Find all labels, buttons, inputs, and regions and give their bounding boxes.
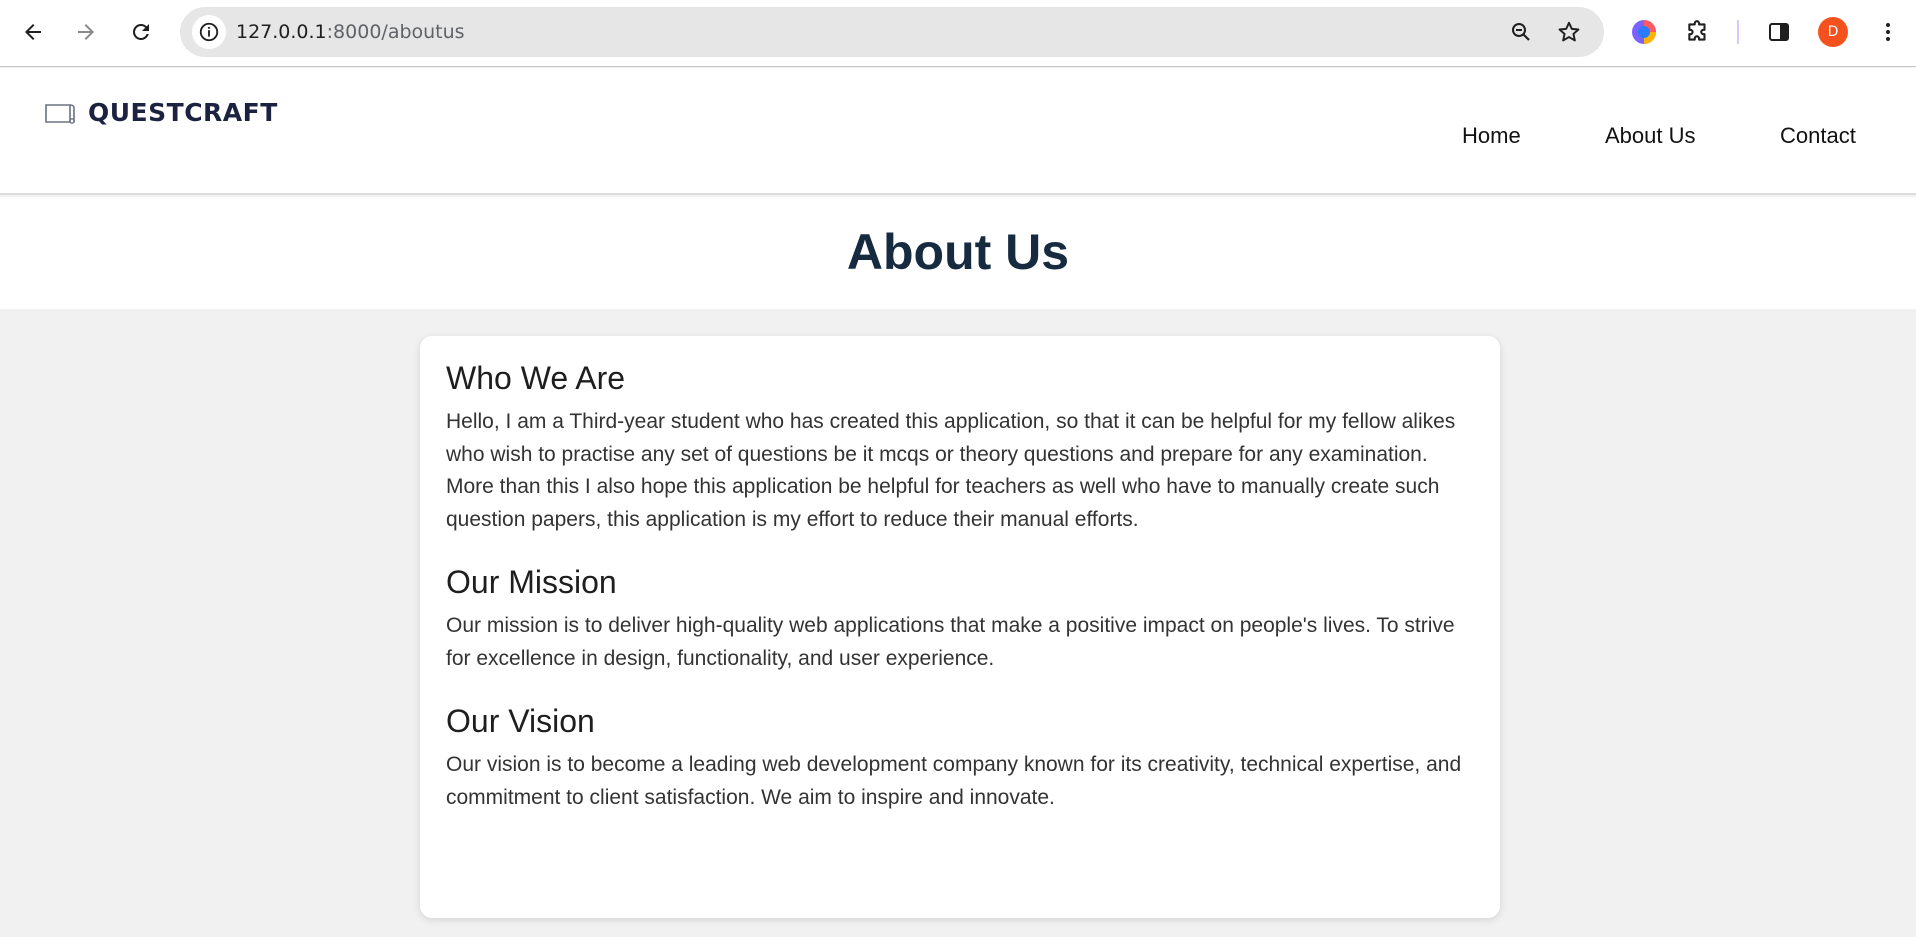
nav-home[interactable]: Home: [1462, 123, 1521, 149]
section-who-we-are: Who We Are Hello, I am a Third-year stud…: [446, 358, 1474, 536]
reload-icon: [132, 23, 149, 40]
section-our-vision: Our Vision Our vision is to become a lea…: [446, 701, 1474, 814]
zoom-icon: [1512, 23, 1530, 41]
site-info-icon: [199, 22, 219, 42]
extension-button[interactable]: [1629, 17, 1659, 47]
nav-contact[interactable]: Contact: [1780, 123, 1856, 149]
extension-colorful-icon: [1632, 20, 1656, 44]
nav-about-us[interactable]: About Us: [1605, 123, 1696, 149]
browser-menu-button[interactable]: [1873, 17, 1903, 47]
forward-button[interactable]: [68, 14, 104, 50]
side-panel-icon: [1769, 23, 1789, 41]
more-vert-icon: [1886, 23, 1890, 41]
side-panel-button[interactable]: [1764, 17, 1794, 47]
zoom-button[interactable]: [1508, 19, 1534, 45]
section-body: Our mission is to deliver high-quality w…: [446, 614, 1455, 670]
page-title: About Us: [846, 224, 1070, 280]
section-body: Hello, I am a Third-year student who has…: [446, 410, 1456, 531]
bookmark-button[interactable]: [1556, 19, 1582, 45]
scroll-logo-icon: [45, 103, 75, 124]
about-card: Who We Are Hello, I am a Third-year stud…: [420, 336, 1500, 918]
site-logo[interactable]: QUESTCRAFT: [44, 98, 278, 127]
forward-arrow-icon: [78, 24, 94, 40]
puzzle-icon: [1688, 20, 1706, 41]
address-bar[interactable]: 127.0.0.1:8000/aboutus: [180, 7, 1604, 57]
bookmark-star-icon: [1558, 21, 1580, 42]
logo-text: QUESTCRAFT: [88, 98, 278, 127]
section-heading: Our Vision: [446, 703, 595, 739]
reload-button[interactable]: [123, 14, 159, 50]
url-path: :8000/aboutus: [326, 21, 465, 43]
url-text[interactable]: 127.0.0.1:8000/aboutus: [236, 21, 465, 43]
extensions-menu-button[interactable]: [1683, 17, 1713, 47]
site-header: QUESTCRAFT Home About Us Contact: [0, 68, 1916, 195]
section-our-mission: Our Mission Our mission is to deliver hi…: [446, 562, 1474, 675]
url-host: 127.0.0.1: [236, 21, 327, 43]
section-heading: Who We Are: [446, 360, 626, 396]
toolbar-divider: [1737, 20, 1739, 44]
site-info-button[interactable]: [192, 15, 226, 49]
browser-toolbar: 127.0.0.1:8000/aboutus D: [0, 0, 1916, 67]
back-button[interactable]: [15, 14, 51, 50]
section-body: Our vision is to become a leading web de…: [446, 753, 1462, 809]
back-arrow-icon: [25, 24, 41, 40]
profile-avatar[interactable]: D: [1818, 17, 1848, 47]
title-band: About Us: [0, 197, 1916, 309]
section-heading: Our Mission: [446, 564, 617, 600]
